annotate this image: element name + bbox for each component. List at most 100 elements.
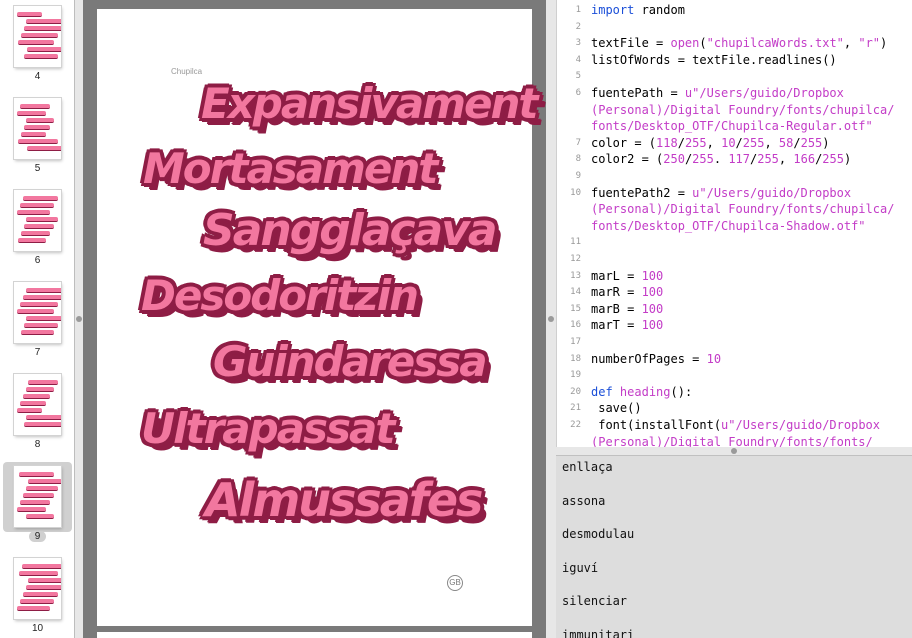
code-line[interactable]: 5 [557, 68, 912, 85]
thumbnail-word-line [21, 564, 61, 569]
thumbnail-page-preview [14, 98, 61, 159]
code-line[interactable]: 12 [557, 251, 912, 268]
code-text: def heading(): [591, 384, 693, 399]
code-line[interactable]: 16 marT = 100 [557, 317, 912, 334]
thumbnail-word-line [28, 380, 58, 385]
code-line[interactable]: 1 import random [557, 2, 912, 19]
page-thumbnail-5[interactable]: 5 [0, 96, 74, 188]
line-number: 12 [570, 254, 581, 264]
console-output-line: desmodulau [562, 527, 635, 541]
code-line[interactable]: 10 fuentePath2 = u"/Users/guido/Dropbox [557, 185, 912, 202]
thumbnail-word-line [17, 238, 46, 243]
thumbnail-word-line [20, 132, 46, 137]
thumbnail-word-line [27, 47, 61, 52]
pdf-preview-area[interactable]: Chupilca Expansivament Mortasament Sanggla… [83, 0, 546, 638]
code-line[interactable]: 11 [557, 234, 912, 251]
thumbnail-word-line [23, 26, 61, 31]
code-text: (Personal)/Digital Foundry/fonts/chupilc… [591, 202, 895, 217]
code-text: fuentePath = u"/Users/guido/Dropbox [591, 86, 844, 100]
code-line[interactable]: fonts/Desktop_OTF/Chupilca-Regular.otf" [557, 118, 912, 135]
page-thumbnail-7[interactable]: 7 [0, 280, 74, 372]
code-line[interactable]: 19 [557, 367, 912, 384]
pdf-word: Almussafes [205, 473, 483, 527]
editor-splitter-handle[interactable] [548, 316, 554, 322]
thumbnail-word-line [17, 40, 54, 45]
thumbnail-page-preview [14, 282, 61, 343]
thumbnail-word-line [22, 394, 50, 399]
code-text: import random [591, 3, 685, 17]
code-line[interactable]: 13 marL = 100 [557, 268, 912, 285]
console-output-line: enllaça [562, 460, 613, 474]
thumbnail-word-line [23, 422, 61, 427]
pdf-word: Expansivament [201, 79, 538, 128]
line-number: 18 [570, 353, 581, 364]
page-thumbnail-10[interactable]: 10 [0, 556, 74, 638]
code-line[interactable]: 14 marR = 100 [557, 284, 912, 301]
page-thumbnail-sidebar[interactable]: 4 5 6 7 8 9 10 [0, 0, 75, 638]
line-number: 17 [570, 337, 581, 347]
code-text: listOfWords = textFile.readlines() [591, 52, 837, 67]
code-line[interactable]: 21 save() [557, 400, 912, 417]
code-line[interactable]: 8 color2 = (250/255. 117/255, 166/255) [557, 151, 912, 168]
thumbnail-word-line [19, 302, 58, 307]
thumbnail-word-line [28, 479, 61, 484]
line-number: 19 [570, 370, 581, 381]
code-text: marL = 100 [591, 268, 664, 283]
thumbnail-word-line [23, 224, 54, 229]
page-thumbnail-9[interactable]: 9 [0, 462, 74, 556]
thumbnail-page-preview [14, 190, 61, 251]
line-number: 9 [575, 171, 581, 181]
pdf-word: Mortasament [143, 144, 438, 193]
code-text: font(installFont(u"/Users/guido/Dropbox [591, 418, 880, 432]
thumbnail-word-line [17, 309, 54, 314]
thumbnail-word-line [19, 500, 50, 505]
code-line[interactable]: 7 color = (118/255, 10/255, 58/255) [557, 135, 912, 152]
line-number: 1 [575, 5, 581, 15]
code-line[interactable]: (Personal)/Digital Foundry/fonts/fonts/ [557, 434, 912, 447]
thumbnail-page-number: 4 [34, 71, 41, 82]
code-editor[interactable]: 1 import random 2 3 textFile = open("chupilc… [556, 0, 912, 447]
code-text: (Personal)/Digital Foundry/fonts/chupilc… [591, 102, 895, 117]
page-thumbnail-4[interactable]: 4 [0, 4, 74, 96]
line-number: 3 [575, 38, 581, 49]
thumbnail-page-number: 7 [34, 347, 41, 358]
thumbnail-word-line [26, 19, 61, 24]
thumbnail-word-line [17, 210, 50, 215]
line-number: 7 [575, 137, 581, 148]
thumbnail-word-line [23, 125, 50, 130]
code-line[interactable]: 22 font(installFont(u"/Users/guido/Dropb… [557, 417, 912, 434]
console-output-line: immunitari [562, 627, 635, 638]
code-text: marB = 100 [591, 301, 664, 316]
thumbnail-word-line [24, 54, 58, 59]
console-splitter-handle[interactable] [731, 448, 737, 454]
thumbnail-word-line [26, 217, 58, 222]
code-line[interactable]: 3 textFile = open("chupilcaWords.txt", "r… [557, 35, 912, 52]
code-line[interactable]: fonts/Desktop_OTF/Chupilca-Shadow.otf" [557, 218, 912, 235]
code-line[interactable]: 2 [557, 19, 912, 36]
thumbnail-page-preview [14, 374, 61, 435]
page-thumbnail-8[interactable]: 8 [0, 372, 74, 464]
page-thumbnail-6[interactable]: 6 [0, 188, 74, 280]
thumbnail-word-line [22, 493, 54, 498]
code-line[interactable]: 15 marB = 100 [557, 301, 912, 318]
line-number: 16 [570, 320, 581, 331]
code-text: numberOfPages = 10 [591, 351, 722, 366]
foundry-logo-icon: GB [447, 575, 463, 591]
drawbot-window: 4 5 6 7 8 9 10 Chupilca Expansivament Mortasame… [0, 0, 912, 638]
code-line[interactable]: 6 fuentePath = u"/Users/guido/Dropbox [557, 85, 912, 102]
thumbnail-word-line [27, 146, 61, 151]
code-line[interactable]: (Personal)/Digital Foundry/fonts/chupilc… [557, 201, 912, 218]
code-text: marR = 100 [591, 285, 664, 300]
code-line[interactable]: 17 [557, 334, 912, 351]
thumbnail-page-number: 8 [34, 439, 41, 450]
code-line[interactable]: 9 [557, 168, 912, 185]
thumbnail-page-number: 6 [34, 255, 41, 266]
code-line[interactable]: 4 listOfWords = textFile.readlines() [557, 52, 912, 69]
console-output-line: silenciar [562, 594, 628, 608]
line-number: 22 [570, 420, 581, 430]
code-line[interactable]: 18 numberOfPages = 10 [557, 351, 912, 368]
code-line[interactable]: 20 def heading(): [557, 384, 912, 401]
output-console[interactable]: enllaça assona desmodulau iguví silenciar imm… [556, 455, 912, 638]
code-line[interactable]: (Personal)/Digital Foundry/fonts/chupilc… [557, 102, 912, 119]
sidebar-splitter-handle[interactable] [76, 316, 82, 322]
